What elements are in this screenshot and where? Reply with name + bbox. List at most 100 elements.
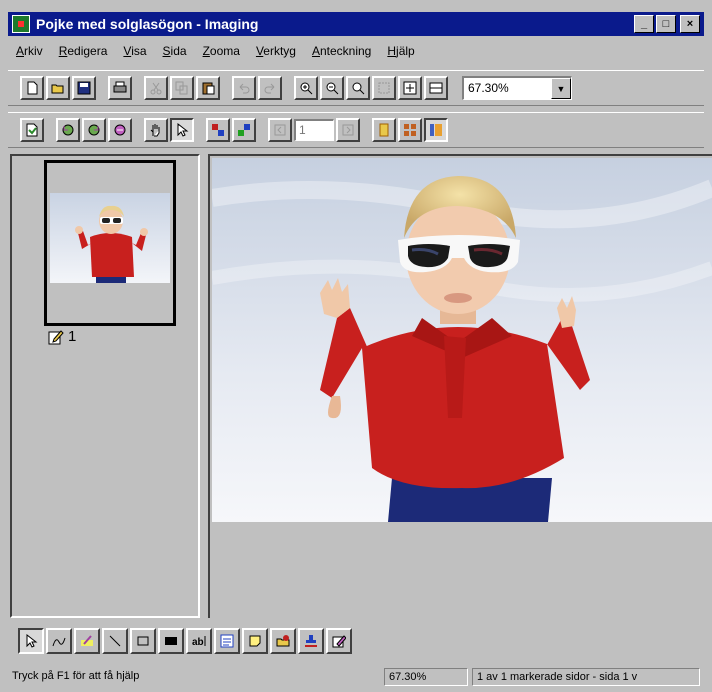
imaging-app-icon[interactable] <box>12 15 30 33</box>
dropdown-arrow-icon[interactable]: ▼ <box>551 78 571 99</box>
flip-button[interactable] <box>108 118 132 142</box>
rotate-right-button[interactable] <box>82 118 106 142</box>
next-page-button[interactable] <box>232 118 256 142</box>
attach-a-note-button[interactable] <box>242 628 268 654</box>
page-and-thumbnail-view-button[interactable] <box>424 118 448 142</box>
menu-zooma[interactable]: Zooma <box>195 44 248 58</box>
save-button[interactable] <box>72 76 96 100</box>
pointer-arrow-icon <box>177 123 189 137</box>
zoom-out-button[interactable] <box>320 76 344 100</box>
scan-button[interactable] <box>20 118 44 142</box>
magnifier-icon <box>352 82 365 95</box>
rotate-left-icon <box>62 124 74 136</box>
standard-toolbar: 67.30% ▼ <box>8 70 704 106</box>
hollow-rectangle-icon <box>137 636 149 646</box>
freehand-line-button[interactable] <box>46 628 72 654</box>
menu-hjalp[interactable]: Hjälp <box>379 44 422 58</box>
sticky-note-icon <box>249 635 261 647</box>
rubber-stamp-icon <box>305 635 317 647</box>
cut-button[interactable] <box>144 76 168 100</box>
highlighter-icon <box>81 635 93 646</box>
page-toolbar: 1 <box>8 112 704 148</box>
menu-verktyg[interactable]: Verktyg <box>248 44 304 58</box>
menu-arkiv[interactable]: Arkiv <box>8 44 51 58</box>
rubber-stamp-button[interactable] <box>298 628 324 654</box>
straight-line-button[interactable] <box>102 628 128 654</box>
page-number-input[interactable]: 1 <box>294 119 334 141</box>
thumbnail-grid-icon <box>404 124 416 136</box>
scan-page-icon <box>26 123 38 137</box>
menu-visa[interactable]: Visa <box>115 44 154 58</box>
actual-size-icon <box>378 82 390 94</box>
menu-redigera[interactable]: Redigera <box>51 44 116 58</box>
status-zoom: 67.30% <box>384 668 468 686</box>
floppy-disk-icon <box>77 81 91 95</box>
pages-forward-icon <box>238 124 250 136</box>
menu-bar: Arkiv Redigera Visa Sida Zooma Verktyg A… <box>8 40 704 62</box>
scissors-icon <box>150 82 162 95</box>
one-page-view-button[interactable] <box>372 118 396 142</box>
straight-line-icon <box>109 635 121 647</box>
prev-page-button[interactable] <box>206 118 230 142</box>
fit-width-icon <box>429 82 443 94</box>
status-selection: 1 av 1 markerade sidor - sida 1 v <box>472 668 700 686</box>
undo-button[interactable] <box>232 76 256 100</box>
menu-anteckning[interactable]: Anteckning <box>304 44 379 58</box>
window-title: Pojke med solglasögon - Imaging <box>36 16 259 32</box>
thumbnail-image <box>50 193 170 283</box>
thumbnail-view-button[interactable] <box>398 118 422 142</box>
new-button[interactable] <box>20 76 44 100</box>
text-button[interactable]: ab <box>186 628 212 654</box>
redo-button[interactable] <box>258 76 282 100</box>
open-folder-icon <box>51 84 64 94</box>
rotate-right-icon <box>88 124 100 136</box>
open-button[interactable] <box>46 76 70 100</box>
close-button[interactable]: × <box>680 15 700 33</box>
undo-icon <box>239 83 250 94</box>
thumbnail-page-1[interactable] <box>44 160 176 326</box>
zoom-in-icon <box>300 82 313 95</box>
next-page-nav-button[interactable] <box>336 118 360 142</box>
pointer-arrow-icon <box>26 634 38 648</box>
hollow-rectangle-button[interactable] <box>130 628 156 654</box>
title-bar[interactable]: Pojke med solglasögon - Imaging _ □ × <box>8 12 704 36</box>
zoom-in-button[interactable] <box>294 76 318 100</box>
document-image[interactable] <box>212 158 712 522</box>
fit-width-button[interactable] <box>424 76 448 100</box>
maximize-button[interactable]: □ <box>656 15 676 33</box>
highlighter-button[interactable] <box>74 628 100 654</box>
edit-page-icon <box>48 329 64 344</box>
previous-page-button[interactable] <box>268 118 292 142</box>
pages-back-icon <box>212 124 224 136</box>
best-fit-icon <box>403 81 417 95</box>
rotate-left-button[interactable] <box>56 118 80 142</box>
annotation-properties-button[interactable] <box>326 628 352 654</box>
actual-size-button[interactable] <box>372 76 396 100</box>
hand-icon <box>150 124 160 137</box>
status-help-text: Tryck på F1 för att få hjälp <box>12 670 140 682</box>
minimize-button[interactable]: _ <box>634 15 654 33</box>
one-page-view-icon <box>379 123 389 137</box>
filled-rectangle-button[interactable] <box>158 628 184 654</box>
thumbnail-panel[interactable]: 1 <box>10 154 200 618</box>
copy-icon <box>175 81 188 95</box>
image-folder-icon <box>276 635 290 647</box>
flip-icon <box>114 124 126 136</box>
select-button[interactable] <box>170 118 194 142</box>
drag-button[interactable] <box>144 118 168 142</box>
best-fit-button[interactable] <box>398 76 422 100</box>
zoom-value[interactable]: 67.30% <box>464 78 551 99</box>
paste-button[interactable] <box>196 76 220 100</box>
imaging-window: Pojke med solglasögon - Imaging _ □ × Ar… <box>0 0 712 692</box>
copy-button[interactable] <box>170 76 194 100</box>
zoom-combobox[interactable]: 67.30% ▼ <box>462 76 572 100</box>
thumbnail-caption: 1 <box>48 328 76 345</box>
text-from-file-button[interactable] <box>214 628 240 654</box>
menu-sida[interactable]: Sida <box>155 44 195 58</box>
image-annotation-button[interactable] <box>270 628 296 654</box>
page-and-thumbnails-icon <box>430 124 442 136</box>
image-view-panel[interactable] <box>208 154 712 618</box>
print-button[interactable] <box>108 76 132 100</box>
zoom-select-button[interactable] <box>346 76 370 100</box>
annotation-select-button[interactable] <box>18 628 44 654</box>
